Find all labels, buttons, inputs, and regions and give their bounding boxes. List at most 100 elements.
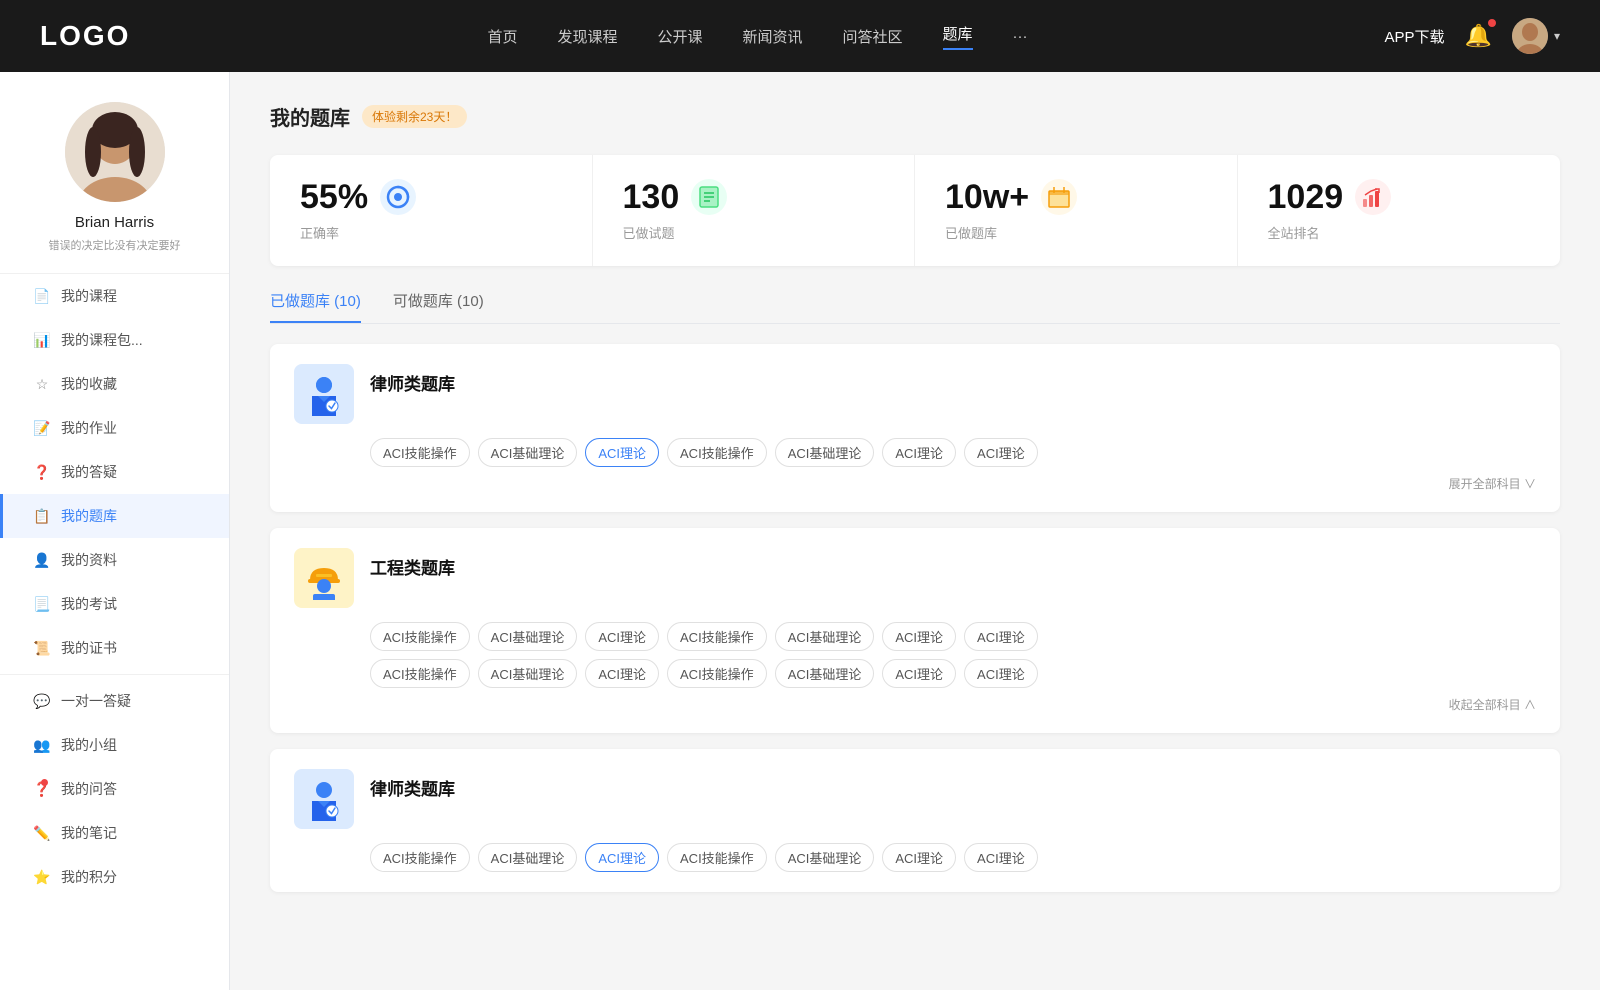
eng-tag-4[interactable]: ACI基础理论 (775, 622, 875, 651)
sidebar-item-qbank-label: 我的题库 (61, 506, 117, 526)
eng-tag-3[interactable]: ACI技能操作 (667, 622, 767, 651)
notification-bell[interactable]: 🔔 (1465, 23, 1492, 49)
sidebar-item-group[interactable]: 👥 我的小组 (0, 723, 229, 767)
eng2-tag-4[interactable]: ACI基础理论 (775, 659, 875, 688)
sidebar-item-course-packages[interactable]: 📊 我的课程包... (0, 318, 229, 362)
l2-tag-1[interactable]: ACI基础理论 (478, 843, 578, 872)
page-title: 我的题库 (270, 102, 350, 131)
qbank-icon-engineer (294, 548, 354, 608)
stat-ranking: 1029 全站排名 (1238, 155, 1561, 266)
trial-badge: 体验剩余23天！ (362, 105, 467, 128)
stat-done-banks-value: 10w+ (945, 180, 1029, 214)
main-content: 我的题库 体验剩余23天！ 55% 正确率 (230, 72, 1600, 990)
logo: LOGO (40, 20, 130, 52)
qbank-header-2: 工程类题库 (294, 548, 1536, 608)
eng2-tag-5[interactable]: ACI理论 (882, 659, 956, 688)
sidebar-item-one-on-one[interactable]: 💬 一对一答疑 (0, 679, 229, 723)
sidebar-item-certificate[interactable]: 📜 我的证书 (0, 626, 229, 670)
qbank-card-engineer: 工程类题库 ACI技能操作 ACI基础理论 ACI理论 ACI技能操作 ACI基… (270, 528, 1560, 733)
nav-opencourse[interactable]: 公开课 (657, 26, 702, 47)
l2-tag-2-active[interactable]: ACI理论 (585, 843, 659, 872)
page-title-row: 我的题库 体验剩余23天！ (270, 102, 1560, 131)
notes-icon: ✏️ (33, 824, 51, 842)
stat-done-questions-icon (691, 179, 727, 215)
stats-row: 55% 正确率 130 (270, 155, 1560, 266)
sidebar-item-group-label: 我的小组 (61, 735, 117, 755)
sidebar-item-exam[interactable]: 📃 我的考试 (0, 582, 229, 626)
tag-5[interactable]: ACI理论 (882, 438, 956, 467)
sidebar-item-one-on-one-label: 一对一答疑 (61, 691, 131, 711)
app-download-link[interactable]: APP下载 (1385, 26, 1445, 47)
header-right: APP下载 🔔 ▾ (1385, 18, 1560, 54)
tag-4[interactable]: ACI基础理论 (775, 438, 875, 467)
stat-ranking-icon (1355, 179, 1391, 215)
eng-tag-0[interactable]: ACI技能操作 (370, 622, 470, 651)
bell-icon: 🔔 (1465, 23, 1492, 48)
sidebar-item-qbank[interactable]: 📋 我的题库 (0, 494, 229, 538)
l2-tag-6[interactable]: ACI理论 (964, 843, 1038, 872)
qbank-icon-lawyer-1 (294, 364, 354, 424)
qbank-card-lawyer-2: 律师类题库 ACI技能操作 ACI基础理论 ACI理论 ACI技能操作 ACI基… (270, 749, 1560, 892)
tabs-row: 已做题库 (10) 可做题库 (10) (270, 290, 1560, 324)
nav-discover[interactable]: 发现课程 (557, 26, 617, 47)
eng2-tag-2[interactable]: ACI理论 (585, 659, 659, 688)
profile-motto: 错误的决定比没有决定要好 (29, 237, 201, 253)
sidebar-item-qa[interactable]: ❓ 我的答疑 (0, 450, 229, 494)
packages-icon: 📊 (33, 331, 51, 349)
qbank-header-1: 律师类题库 (294, 364, 1536, 424)
sidebar-item-favorites[interactable]: ☆ 我的收藏 (0, 362, 229, 406)
qbank-header-3: 律师类题库 (294, 769, 1536, 829)
sidebar-item-courses[interactable]: 📄 我的课程 (0, 274, 229, 318)
tag-6[interactable]: ACI理论 (964, 438, 1038, 467)
l2-tag-4[interactable]: ACI基础理论 (775, 843, 875, 872)
sidebar-item-points-label: 我的积分 (61, 867, 117, 887)
l2-tag-0[interactable]: ACI技能操作 (370, 843, 470, 872)
stat-accuracy: 55% 正确率 (270, 155, 593, 266)
nav-more[interactable]: ··· (1013, 28, 1028, 45)
stat-done-banks-label: 已做题库 (945, 223, 1207, 242)
qa-notification-dot (41, 779, 48, 786)
nav-qbank[interactable]: 题库 (943, 23, 973, 50)
tag-2-active[interactable]: ACI理论 (585, 438, 659, 467)
qbank-tags-engineer-row1: ACI技能操作 ACI基础理论 ACI理论 ACI技能操作 ACI基础理论 AC… (370, 622, 1536, 651)
tab-done[interactable]: 已做题库 (10) (270, 290, 361, 323)
qbank-icon: 📋 (33, 507, 51, 525)
points-icon: ⭐ (33, 868, 51, 886)
stat-done-questions-label: 已做试题 (623, 223, 885, 242)
expand-link-1[interactable]: 展开全部科目 ∨ (294, 475, 1536, 492)
nav-qa[interactable]: 问答社区 (843, 26, 903, 47)
sidebar-item-points[interactable]: ⭐ 我的积分 (0, 855, 229, 899)
sidebar: Brian Harris 错误的决定比没有决定要好 📄 我的课程 📊 我的课程包… (0, 72, 230, 990)
stat-accuracy-icon (380, 179, 416, 215)
sidebar-item-notes[interactable]: ✏️ 我的笔记 (0, 811, 229, 855)
eng-tag-6[interactable]: ACI理论 (964, 622, 1038, 651)
tag-1[interactable]: ACI基础理论 (478, 438, 578, 467)
nav-home[interactable]: 首页 (487, 26, 517, 47)
favorites-icon: ☆ (33, 375, 51, 393)
one-on-one-icon: 💬 (33, 692, 51, 710)
tag-3[interactable]: ACI技能操作 (667, 438, 767, 467)
tag-0[interactable]: ACI技能操作 (370, 438, 470, 467)
eng2-tag-3[interactable]: ACI技能操作 (667, 659, 767, 688)
l2-tag-5[interactable]: ACI理论 (882, 843, 956, 872)
eng2-tag-1[interactable]: ACI基础理论 (478, 659, 578, 688)
sidebar-item-profile[interactable]: 👤 我的资料 (0, 538, 229, 582)
eng2-tag-0[interactable]: ACI技能操作 (370, 659, 470, 688)
sidebar-item-courses-label: 我的课程 (61, 286, 117, 306)
profile-avatar (65, 102, 165, 202)
l2-tag-3[interactable]: ACI技能操作 (667, 843, 767, 872)
tab-available[interactable]: 可做题库 (10) (393, 290, 484, 323)
eng-tag-5[interactable]: ACI理论 (882, 622, 956, 651)
qbank-tags-lawyer-1: ACI技能操作 ACI基础理论 ACI理论 ACI技能操作 ACI基础理论 AC… (370, 438, 1536, 467)
sidebar-item-packages-label: 我的课程包... (61, 330, 143, 350)
user-avatar-menu[interactable]: ▾ (1512, 18, 1560, 54)
sidebar-item-profile-label: 我的资料 (61, 550, 117, 570)
nav-news[interactable]: 新闻资讯 (743, 26, 803, 47)
eng-tag-2[interactable]: ACI理论 (585, 622, 659, 651)
sidebar-item-my-qa[interactable]: ❓ 我的问答 (0, 767, 229, 811)
eng-tag-1[interactable]: ACI基础理论 (478, 622, 578, 651)
sidebar-item-homework[interactable]: 📝 我的作业 (0, 406, 229, 450)
eng2-tag-6[interactable]: ACI理论 (964, 659, 1038, 688)
stat-done-questions: 130 已做试题 (593, 155, 916, 266)
collapse-link[interactable]: 收起全部科目 ∧ (294, 696, 1536, 713)
